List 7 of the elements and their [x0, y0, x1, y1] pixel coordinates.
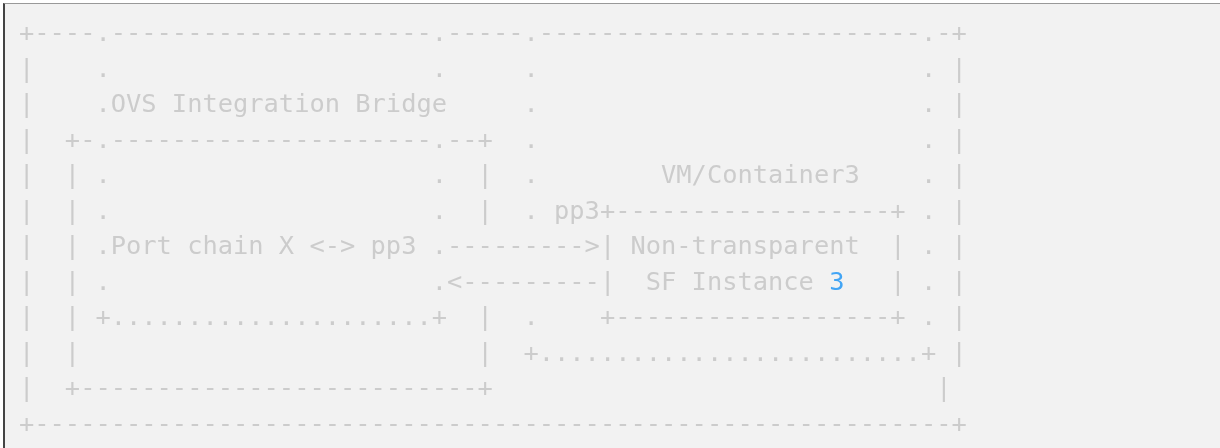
code-line: +----.---------------------.-----.-------------------------.-+	[19, 16, 967, 49]
code-line: | | +.....................+ | . +------------------+ . |	[19, 300, 967, 333]
code-line: | . . . . |	[19, 51, 967, 85]
code-line: | | | +.........................+ |	[19, 335, 967, 369]
code-line: | +-.---------------------.--+ . . |	[19, 122, 967, 156]
code-line: +------------------------------------------------------------+	[19, 406, 967, 440]
code-line: | +--------------------------+ |	[19, 371, 952, 404]
